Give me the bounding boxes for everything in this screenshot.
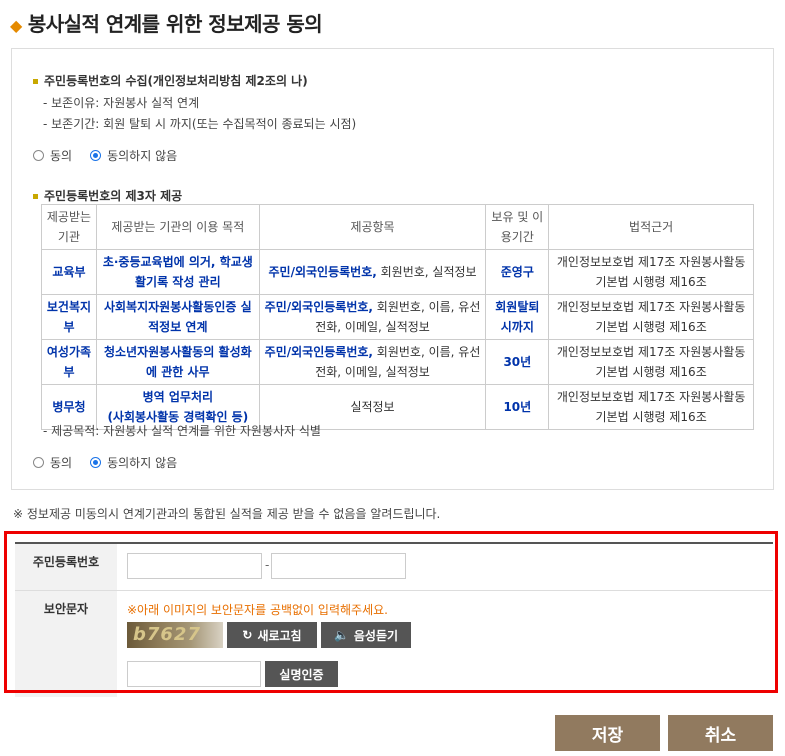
table-row: 여성가족부 청소년자원봉사활동의 활성화에 관한 사무 주민/외국인등록번호, … [41, 339, 754, 385]
section2-disagree-radio[interactable] [90, 457, 102, 468]
highlight-frame [4, 531, 778, 693]
third-party-table: 제공받는 기관 제공받는 기관의 이용 목적 제공항목 보유 및 이 용기간 법적근… [41, 204, 754, 430]
items-cell: 주민/외국인등록번호, 회원번호, 이름, 유선전화, 이메일, 실적정보 [258, 294, 487, 340]
bullet-icon [33, 194, 38, 199]
period-cell: 30년 [485, 339, 550, 385]
cancel-button[interactable]: 취소 [668, 715, 773, 751]
org-cell: 여성가족부 [41, 339, 97, 385]
purpose-cell: 사회복지자원봉사활동인증 실적정보 연계 [95, 294, 260, 340]
period-cell: 회원탈퇴시까지 [485, 294, 550, 340]
retention-reason: - 보존이유: 자원봉사 실적 연계 [43, 96, 200, 110]
section1-agree-radio[interactable] [33, 150, 44, 161]
section1-consent-group: 동의 동의하지 않음 [33, 147, 189, 164]
purpose-cell: 청소년자원봉사활동의 활성화에 관한 사무 [95, 339, 260, 385]
table-row: 교육부 초·중등교육법에 의거, 학교생활기록 작성 관리 주민/외국인등록번호… [41, 249, 754, 295]
items-cell: 주민/외국인등록번호, 회원번호, 이름, 유선전화, 이메일, 실적정보 [258, 339, 487, 385]
header-org: 제공받는 기관 [41, 204, 97, 250]
law-cell: 개인정보보호법 제17조 자원봉사활동 기본법 시행령 제16조 [548, 339, 754, 385]
save-button[interactable]: 저장 [555, 715, 660, 751]
law-cell: 개인정보보호법 제17조 자원봉사활동 기본법 시행령 제16조 [548, 294, 754, 340]
header-law: 법적근거 [548, 204, 754, 250]
notice-text: ※ 정보제공 미동의시 연계기관과의 통합된 실적을 제공 받을 수 없음을 알… [13, 507, 441, 521]
period-cell: 10년 [485, 384, 550, 430]
org-cell: 보건복지부 [41, 294, 97, 340]
retention-period: - 보존기간: 회원 탈퇴 시 까지(또는 수집목적이 종료되는 시점) [43, 117, 357, 131]
law-cell: 개인정보보호법 제17조 자원봉사활동 기본법 시행령 제16조 [548, 249, 754, 295]
org-cell: 교육부 [41, 249, 97, 295]
page-title: ◆ 봉사실적 연계를 위한 정보제공 동의 [10, 12, 323, 36]
header-items: 제공항목 [258, 204, 487, 250]
header-period: 보유 및 이 용기간 [485, 204, 550, 250]
section1-disagree-radio[interactable] [90, 150, 102, 161]
section2-disagree-label: 동의하지 않음 [107, 456, 178, 470]
section2-agree-radio[interactable] [33, 457, 44, 468]
header-purpose: 제공받는 기관의 이용 목적 [95, 204, 260, 250]
table-row: 보건복지부 사회복지자원봉사활동인증 실적정보 연계 주민/외국인등록번호, 회… [41, 294, 754, 340]
diamond-icon: ◆ [10, 16, 22, 35]
section2-heading: 주민등록번호의 제3자 제공 [33, 187, 182, 204]
table-header-row: 제공받는 기관 제공받는 기관의 이용 목적 제공항목 보유 및 이 용기간 법적근… [41, 204, 754, 250]
period-cell: 준영구 [485, 249, 550, 295]
section1-disagree-label: 동의하지 않음 [107, 149, 178, 163]
section1-heading: 주민등록번호의 수집(개인정보처리방침 제2조의 나) [33, 72, 308, 89]
bullet-icon [33, 79, 38, 84]
law-cell: 개인정보보호법 제17조 자원봉사활동 기본법 시행령 제16조 [548, 384, 754, 430]
section2-consent-group: 동의 동의하지 않음 [33, 454, 189, 471]
section2-agree-label: 동의 [50, 456, 73, 470]
purpose-cell: 초·중등교육법에 의거, 학교생활기록 작성 관리 [95, 249, 260, 295]
section1-agree-label: 동의 [50, 149, 73, 163]
provision-purpose: - 제공목적: 자원봉사 실적 연계를 위한 자원봉사자 식별 [43, 424, 321, 438]
items-cell: 주민/외국인등록번호, 회원번호, 실적정보 [258, 249, 487, 295]
